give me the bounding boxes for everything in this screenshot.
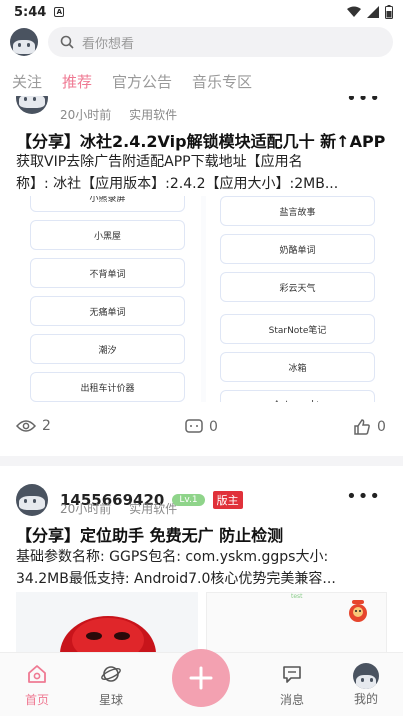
home-icon bbox=[28, 665, 46, 683]
author-avatar[interactable] bbox=[16, 96, 48, 114]
plus-icon bbox=[189, 666, 213, 690]
header: 看你想看 bbox=[0, 24, 403, 60]
comment-button[interactable]: 0 bbox=[185, 418, 218, 436]
app-tile: 不背单词 bbox=[30, 258, 185, 288]
mascot-illustration bbox=[60, 616, 156, 652]
nav-mine[interactable]: 我的 bbox=[341, 663, 391, 707]
tab-follow[interactable]: 关注 bbox=[12, 71, 42, 92]
category-tabs: 关注 推荐 官方公告 音乐专区 bbox=[0, 66, 403, 99]
create-post-button[interactable] bbox=[172, 649, 230, 707]
tab-recommend[interactable]: 推荐 bbox=[62, 71, 92, 99]
moderator-badge: 版主 bbox=[212, 491, 243, 509]
views-count: 2 bbox=[42, 418, 51, 434]
app-tile: 无痛单词 bbox=[30, 296, 185, 326]
status-time: 5:44 bbox=[14, 4, 47, 20]
post-image[interactable]: 盐言故事 奶酪单词 彩云天气 StarNote笔记 冰箱 Autocmd+ bbox=[206, 196, 387, 402]
post-meta: 20小时前 实用软件 bbox=[60, 106, 177, 123]
post-image[interactable]: 小熊录屏 小黑屋 不背单词 无痛单词 潮汐 出租车计价器 bbox=[16, 196, 201, 402]
nav-messages[interactable]: 消息 bbox=[267, 663, 317, 708]
post-category[interactable]: 实用软件 bbox=[129, 108, 177, 122]
status-bar: 5:44 A bbox=[0, 0, 403, 24]
post-body: 获取VIP去除广告附适配APP下载地址【应用名 称】: 冰社【应用版本】:2.4… bbox=[0, 151, 403, 195]
post-body-line: 34.2MB最低支持: Android7.0核心优势完美兼容... bbox=[16, 571, 336, 587]
post-image[interactable]: test bbox=[206, 592, 387, 652]
app-tile: 奶酪单词 bbox=[220, 234, 375, 264]
post-actions: 2 0 0 bbox=[0, 418, 403, 442]
more-options-icon[interactable]: ••• bbox=[346, 96, 381, 109]
like-count: 0 bbox=[377, 419, 386, 435]
wifi-icon bbox=[347, 6, 361, 17]
app-tile: 冰箱 bbox=[220, 352, 375, 382]
nav-home-label: 首页 bbox=[24, 693, 49, 707]
user-avatar[interactable] bbox=[10, 28, 38, 56]
post-title[interactable]: 【分享】冰社2.4.2Vip解锁模块适配几十 新↑APP bbox=[0, 128, 403, 152]
search-placeholder: 看你想看 bbox=[82, 36, 135, 52]
thumbs-up-icon bbox=[354, 419, 370, 435]
app-tile: 小熊录屏 bbox=[30, 196, 185, 212]
search-icon bbox=[60, 35, 74, 49]
bottom-navigation: 首页 星球 消息 我的 bbox=[0, 649, 403, 716]
more-options-icon[interactable]: ••• bbox=[346, 486, 381, 507]
my-avatar bbox=[353, 663, 379, 689]
eye-icon bbox=[16, 420, 36, 432]
comment-count: 0 bbox=[209, 419, 218, 435]
thumb-label: test bbox=[291, 593, 303, 600]
tab-music[interactable]: 音乐专区 bbox=[192, 71, 252, 92]
app-tile: 潮汐 bbox=[30, 334, 185, 364]
comment-icon bbox=[185, 419, 203, 433]
post-card[interactable]: 20小时前 实用软件 ••• 【分享】冰社2.4.2Vip解锁模块适配几十 新↑… bbox=[0, 96, 403, 450]
post-body-line: 获取VIP去除广告附适配APP下载地址【应用名 bbox=[16, 154, 303, 170]
post-divider bbox=[0, 456, 403, 466]
views-counter: 2 bbox=[16, 418, 51, 434]
post-card[interactable]: 1455669420 Lv.1 版主 20小时前 实用软件 ••• 【分享】定位… bbox=[0, 466, 403, 652]
battery-icon bbox=[385, 5, 393, 19]
post-body: 基础参数名称: GGPS包名: com.yskm.ggps大小: 34.2MB最… bbox=[0, 546, 403, 590]
author-avatar[interactable] bbox=[16, 484, 48, 516]
nav-home[interactable]: 首页 bbox=[12, 663, 62, 708]
signal-icon bbox=[367, 6, 379, 18]
message-icon bbox=[283, 666, 301, 683]
nav-planet-label: 星球 bbox=[98, 693, 123, 707]
post-feed[interactable]: 20小时前 实用软件 ••• 【分享】冰社2.4.2Vip解锁模块适配几十 新↑… bbox=[0, 96, 403, 652]
nav-planet[interactable]: 星球 bbox=[86, 663, 136, 708]
notification-icon: A bbox=[54, 7, 65, 17]
app-tile: 彩云天气 bbox=[220, 272, 375, 302]
post-meta: 20小时前 实用软件 bbox=[60, 500, 177, 517]
app-tile: 出租车计价器 bbox=[30, 372, 185, 402]
app-tile: Autocmd+ bbox=[220, 390, 375, 402]
post-title[interactable]: 【分享】定位助手 免费无广 防止检测 bbox=[0, 522, 403, 546]
post-image[interactable] bbox=[16, 592, 198, 652]
level-badge: Lv.1 bbox=[172, 494, 205, 506]
planet-icon bbox=[101, 666, 121, 682]
post-category[interactable]: 实用软件 bbox=[129, 502, 177, 516]
app-tile: 小黑屋 bbox=[30, 220, 185, 250]
nav-mine-label: 我的 bbox=[353, 692, 378, 706]
cartoon-icon bbox=[349, 600, 367, 622]
like-button[interactable]: 0 bbox=[353, 418, 386, 436]
post-images[interactable]: 小熊录屏 小黑屋 不背单词 无痛单词 潮汐 出租车计价器 盐言故事 奶酪单词 彩… bbox=[16, 196, 387, 402]
nav-messages-label: 消息 bbox=[279, 693, 304, 707]
post-body-line: 基础参数名称: GGPS包名: com.yskm.ggps大小: bbox=[16, 549, 329, 565]
post-body-line: 称】: 冰社【应用版本】:2.4.2【应用大小】:2MB... bbox=[16, 176, 339, 192]
app-tile: 盐言故事 bbox=[220, 196, 375, 226]
app-tile: StarNote笔记 bbox=[220, 314, 375, 344]
post-time: 20小时前 bbox=[60, 108, 112, 122]
search-input[interactable]: 看你想看 bbox=[48, 27, 393, 57]
tab-announcements[interactable]: 官方公告 bbox=[112, 71, 172, 92]
post-time: 20小时前 bbox=[60, 502, 112, 516]
